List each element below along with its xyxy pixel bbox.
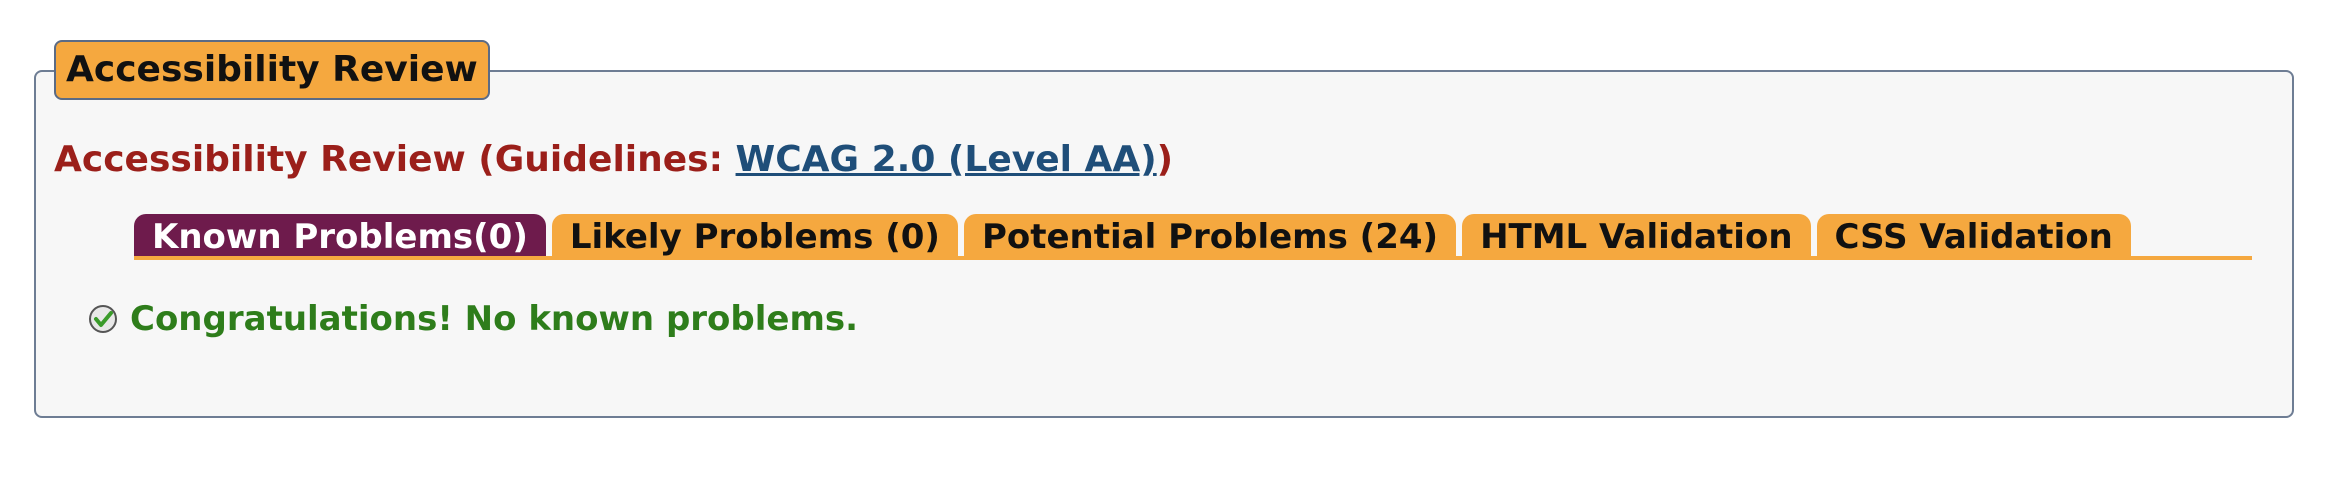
- check-circle-icon: [88, 304, 118, 334]
- tab-underline: [134, 256, 2252, 260]
- success-message-text: Congratulations! No known problems.: [130, 299, 859, 339]
- guideline-link[interactable]: WCAG 2.0 (Level AA): [736, 139, 1157, 180]
- result-message: Congratulations! No known problems.: [88, 296, 858, 342]
- review-heading: Accessibility Review (Guidelines: WCAG 2…: [54, 136, 1173, 184]
- tab-html-validation[interactable]: HTML Validation: [1462, 214, 1811, 260]
- tab-bar: Known Problems(0) Likely Problems (0) Po…: [134, 214, 2137, 260]
- review-heading-prefix: Accessibility Review (Guidelines:: [54, 139, 736, 180]
- tab-potential-problems[interactable]: Potential Problems (24): [963, 214, 1457, 260]
- tab-known-problems[interactable]: Known Problems(0): [134, 214, 546, 260]
- tab-likely-problems[interactable]: Likely Problems (0): [551, 214, 958, 260]
- panel-legend: Accessibility Review: [54, 40, 490, 100]
- review-heading-suffix: ): [1156, 139, 1174, 180]
- tab-css-validation[interactable]: CSS Validation: [1816, 214, 2131, 260]
